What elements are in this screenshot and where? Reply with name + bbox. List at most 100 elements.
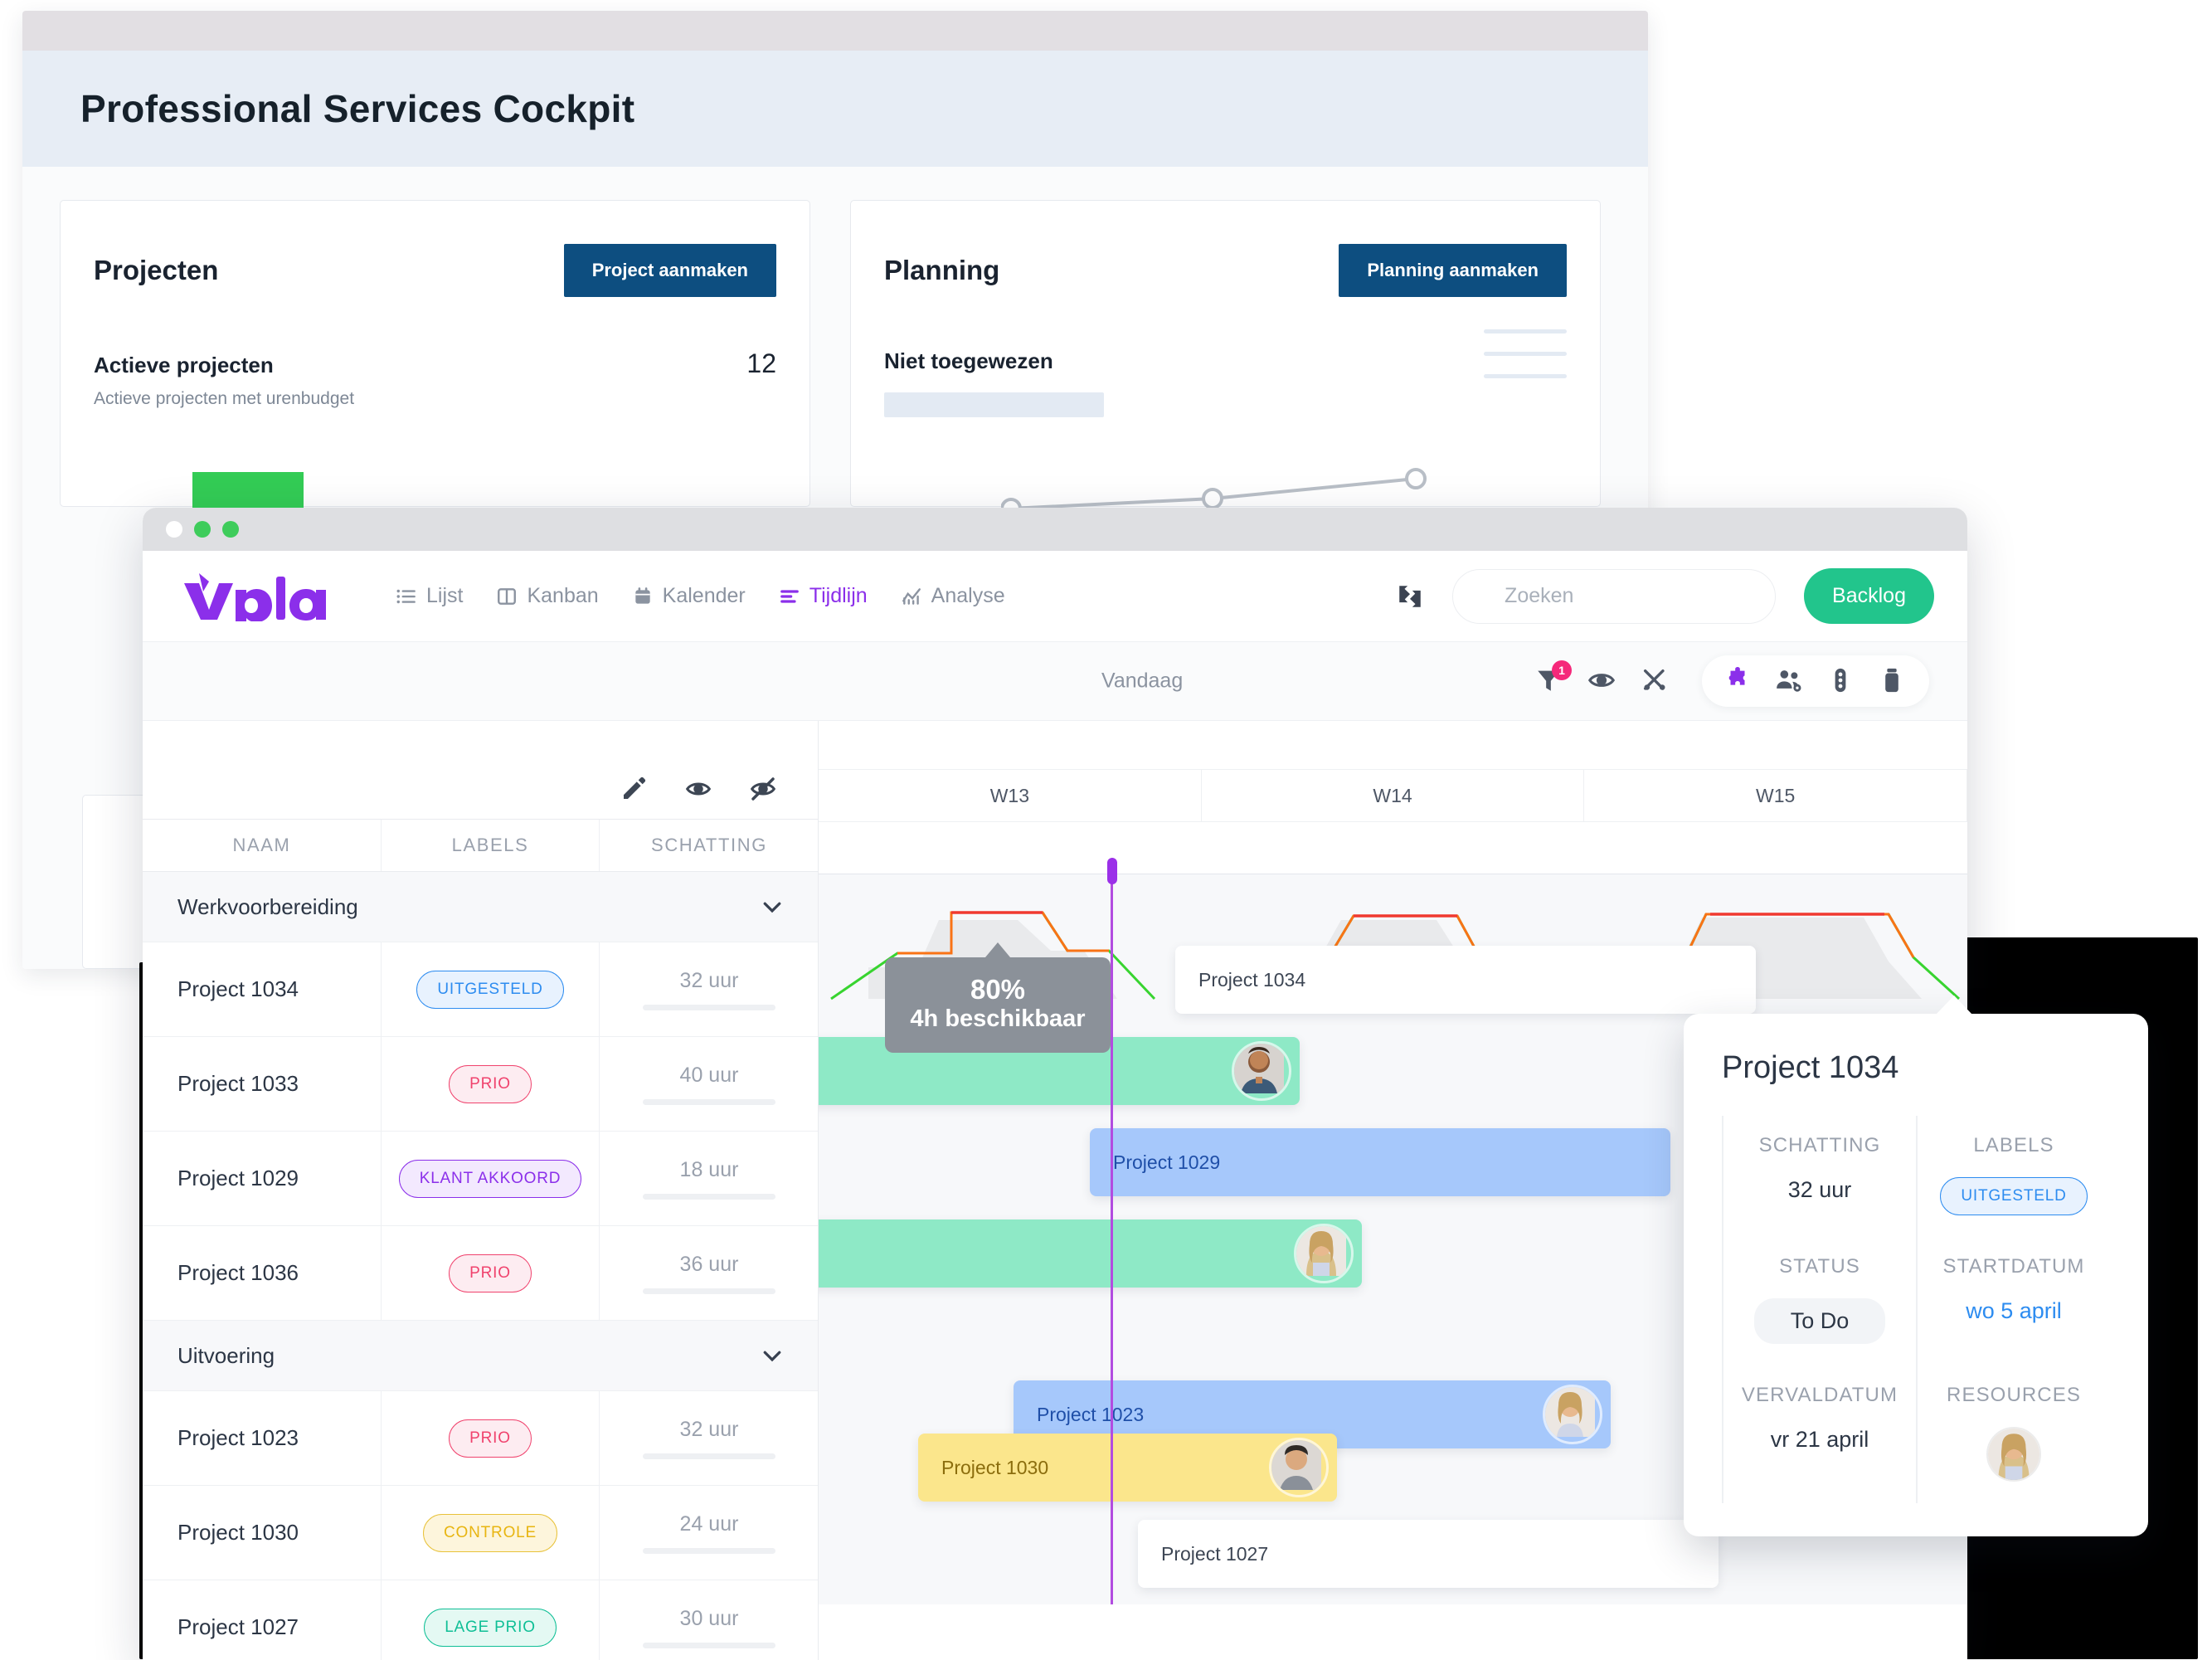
estimate-value: 32 uur [679, 1417, 739, 1441]
cell-labels: PRIO [382, 1391, 600, 1485]
app-navbar: Lijst Kanban Kalender Tijdlijn Analyse Z… [143, 551, 1967, 642]
group-row-werkvoorbereiding[interactable]: Werkvoorbereiding [143, 872, 818, 942]
planning-card-title: Planning [884, 255, 1000, 285]
backlog-button[interactable]: Backlog [1804, 568, 1934, 624]
cell-name: Project 1030 [143, 1486, 382, 1580]
planning-aanmaken-button[interactable]: Planning aanmaken [1339, 244, 1567, 297]
status-badge[interactable]: KLANT AKKOORD [398, 1159, 582, 1198]
analytics-icon [901, 586, 922, 607]
status-badge[interactable]: UITGESTELD [416, 970, 564, 1009]
today-marker-line [1111, 874, 1113, 1604]
cell-name: Project 1036 [143, 1226, 382, 1320]
column-header-schatting[interactable]: SCHATTING [600, 820, 819, 871]
avatar[interactable] [1986, 1427, 2041, 1482]
popover-field-value: vr 21 april [1770, 1427, 1869, 1452]
cell-labels: PRIO [382, 1226, 600, 1320]
nav-item-kanban[interactable]: Kanban [496, 584, 599, 608]
today-label[interactable]: Vandaag [1101, 669, 1183, 694]
table-row[interactable]: Project 1023 PRIO 32 uur [143, 1391, 818, 1486]
bar-label: Project 1023 [1037, 1403, 1145, 1425]
cell-name: Project 1033 [143, 1037, 382, 1131]
window-dot-minimize[interactable] [194, 521, 211, 538]
nav-item-tijdlijn[interactable]: Tijdlijn [779, 584, 868, 608]
nav-item-kalender[interactable]: Kalender [632, 584, 746, 608]
week-column-w15[interactable]: W15 [1584, 770, 1967, 821]
timeline-bar-project-1034[interactable]: Project 1034 [1175, 946, 1756, 1014]
status-badge[interactable]: CONTROLE [423, 1513, 557, 1552]
filter-icon[interactable]: 1 [1534, 660, 1572, 696]
tools-icon[interactable] [1641, 666, 1670, 696]
cell-estimate: 36 uur [600, 1226, 819, 1320]
popover-field-value[interactable]: wo 5 april [1966, 1298, 2062, 1324]
chevron-down-icon[interactable] [760, 894, 785, 919]
table-row[interactable]: Project 1033 PRIO 40 uur [143, 1037, 818, 1132]
puzzle-icon[interactable] [1723, 666, 1753, 696]
chevron-down-icon[interactable] [760, 1343, 785, 1368]
primary-nav: Lijst Kanban Kalender Tijdlijn Analyse [396, 584, 1005, 608]
expand-icon[interactable] [1396, 582, 1424, 611]
window-dot-maximize[interactable] [222, 521, 239, 538]
bar-label: Project 1029 [1113, 1151, 1221, 1173]
table-row[interactable]: Project 1027 LAGE PRIO 30 uur [143, 1580, 818, 1660]
cell-estimate: 30 uur [600, 1580, 819, 1660]
timeline-bar-project-1030[interactable]: Project 1030 [918, 1434, 1337, 1502]
table-row[interactable]: Project 1029 KLANT AKKOORD 18 uur [143, 1132, 818, 1226]
container-icon[interactable] [1878, 666, 1908, 696]
status-badge[interactable]: To Do [1753, 1298, 1886, 1344]
cell-estimate: 32 uur [600, 1391, 819, 1485]
timeline-bar-project-1029[interactable]: Project 1029 [1090, 1128, 1670, 1196]
week-column-w13[interactable]: W13 [819, 770, 1202, 821]
column-header-labels[interactable]: LABELS [382, 820, 600, 871]
status-badge[interactable]: LAGE PRIO [424, 1608, 557, 1647]
traffic-light-icon[interactable] [1826, 666, 1856, 696]
search-box[interactable] [1452, 568, 1777, 624]
background-dashboard-titlebar: Professional Services Cockpit [22, 51, 1648, 167]
table-action-bar [143, 721, 818, 819]
search-input[interactable] [1503, 583, 1774, 609]
popover-field-grid: SCHATTING 32 uur LABELS UITGESTELD STATU… [1722, 1116, 2110, 1503]
eye-icon[interactable] [1587, 666, 1617, 696]
cell-estimate: 32 uur [600, 942, 819, 1036]
planning-kpi-row: Niet toegewezen [884, 348, 1567, 374]
popover-field-vervaldatum: VERVALDATUM vr 21 april [1722, 1365, 1916, 1503]
project-aanmaken-button[interactable]: Project aanmaken [563, 244, 776, 297]
status-badge[interactable]: PRIO [449, 1419, 532, 1458]
avatar [1269, 1438, 1329, 1497]
column-header-naam[interactable]: NAAM [143, 820, 382, 871]
timeline-icon [779, 586, 800, 607]
nav-label-tijdlijn: Tijdlijn [809, 584, 868, 607]
avatar [1294, 1224, 1354, 1283]
table-row[interactable]: Project 1030 CONTROLE 24 uur [143, 1486, 818, 1580]
popover-field-startdatum: STARTDATUM wo 5 april [1916, 1237, 2110, 1365]
pencil-icon[interactable] [620, 776, 649, 804]
navbar-right-group: Backlog [1396, 568, 1934, 624]
planning-card-header: Planning Planning aanmaken [884, 244, 1567, 297]
nav-label-kalender: Kalender [662, 584, 746, 607]
table-row[interactable]: Project 1034 UITGESTELD 32 uur [143, 942, 818, 1037]
dashboard-page-title: Professional Services Cockpit [80, 87, 635, 130]
nav-item-lijst[interactable]: Lijst [396, 584, 463, 608]
timeline-bar-project-1027[interactable]: Project 1027 [1138, 1520, 1719, 1588]
status-badge[interactable]: UITGESTELD [1940, 1177, 2088, 1215]
team-icon[interactable] [1775, 666, 1805, 696]
vplan-logo[interactable] [181, 572, 326, 621]
window-dot-close[interactable] [166, 521, 182, 538]
timeline-bar-green-2[interactable] [819, 1219, 1362, 1288]
dashboard-card-row: Projecten Project aanmaken Actieve proje… [60, 200, 1611, 858]
eye-off-icon[interactable] [750, 776, 778, 804]
popover-field-key: VERVALDATUM [1741, 1384, 1898, 1406]
nav-item-analyse[interactable]: Analyse [901, 584, 1005, 608]
status-badge[interactable]: PRIO [449, 1064, 532, 1103]
today-marker-knob[interactable] [1107, 858, 1117, 884]
table-row[interactable]: Project 1036 PRIO 36 uur [143, 1226, 818, 1321]
status-badge[interactable]: PRIO [449, 1254, 532, 1292]
filter-badge: 1 [1552, 660, 1572, 680]
avatar [1543, 1385, 1602, 1444]
group-row-uitvoering[interactable]: Uitvoering [143, 1321, 818, 1391]
week-column-w14[interactable]: W14 [1202, 770, 1585, 821]
bar-label: Project 1030 [941, 1456, 1049, 1478]
cell-estimate: 40 uur [600, 1037, 819, 1131]
eye-icon[interactable] [685, 776, 713, 804]
progress-track [643, 1288, 775, 1294]
projecten-card-title: Projecten [94, 255, 219, 285]
